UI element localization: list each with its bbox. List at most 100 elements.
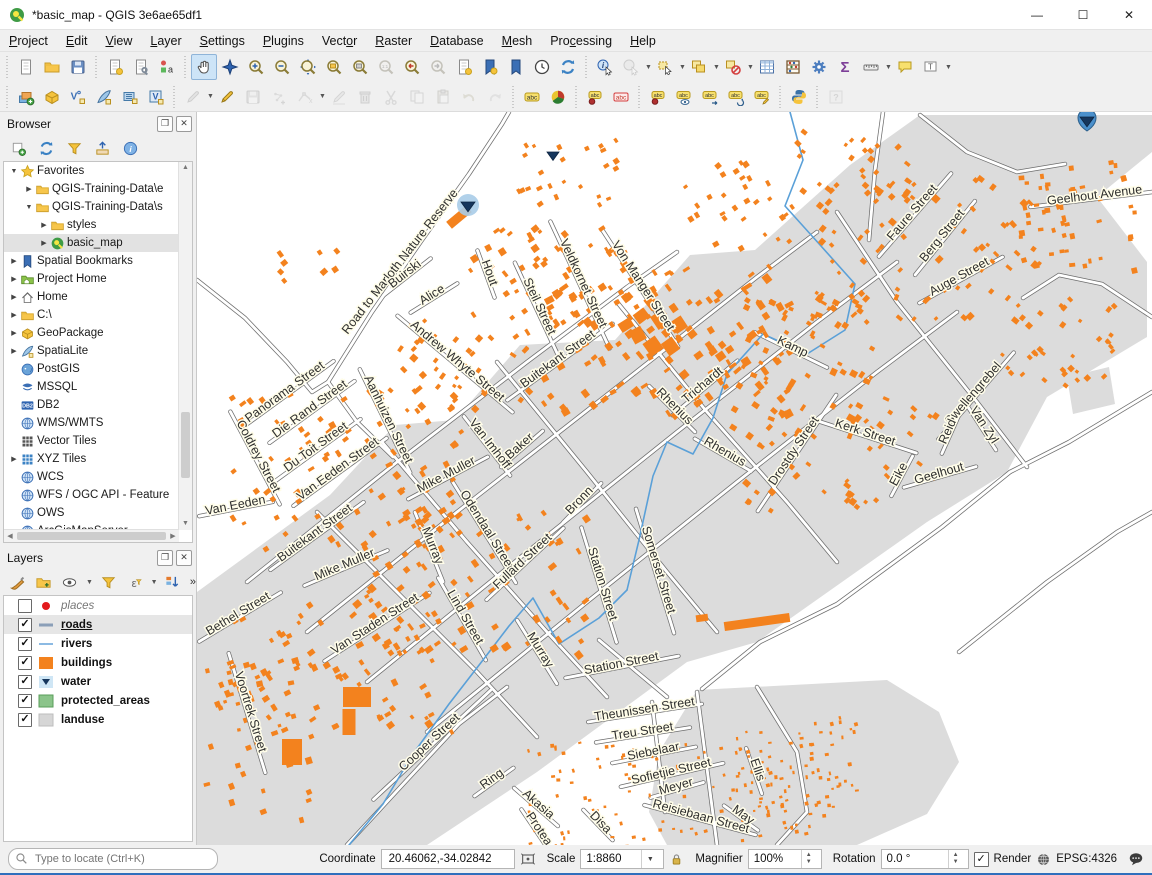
browser-item-db2[interactable]: DB2DB2 — [4, 396, 192, 414]
browser-item-styles[interactable]: ▶styles — [4, 216, 192, 234]
new-shapefile-layer-button[interactable]: V — [65, 84, 91, 110]
expand-icon[interactable]: ▶ — [8, 329, 20, 337]
menu-vector[interactable]: Vector — [313, 32, 366, 50]
show-hide-labels-button[interactable]: abc — [645, 84, 671, 110]
manage-map-themes-dropdown-icon[interactable]: ▼ — [86, 579, 93, 586]
select-features-by-value-dropdown-icon[interactable]: ▼ — [713, 64, 720, 71]
browser-item-qgis-training-data-e[interactable]: ▶QGIS-Training-Data\e — [4, 180, 192, 198]
collapse-icon[interactable]: ▼ — [8, 168, 20, 175]
select-features-dropdown-icon[interactable]: ▼ — [679, 64, 686, 71]
refresh-map-button[interactable] — [555, 54, 581, 80]
toolbar-grip[interactable] — [93, 56, 100, 78]
messages-icon[interactable] — [1128, 851, 1144, 867]
layers-float-icon[interactable]: ❐ — [157, 550, 173, 566]
temporal-controller-button[interactable] — [529, 54, 555, 80]
add-group-button[interactable] — [32, 570, 54, 594]
zoom-in-button[interactable] — [243, 54, 269, 80]
toolbar-grip[interactable] — [4, 86, 11, 108]
toggle-editing-button[interactable] — [214, 84, 240, 110]
layer-row-roads[interactable]: ✓roads — [4, 615, 192, 634]
rotate-label-button[interactable]: abc — [723, 84, 749, 110]
browser-item-c-[interactable]: ▶C:\ — [4, 306, 192, 324]
scale-caret-icon[interactable]: ▼ — [641, 850, 658, 868]
layer-row-protected_areas[interactable]: ✓protected_areas — [4, 691, 192, 710]
close-button[interactable]: ✕ — [1106, 0, 1152, 29]
layer-checkbox-rivers[interactable]: ✓ — [18, 637, 32, 651]
measure-line-button[interactable] — [858, 54, 884, 80]
layer-checkbox-places[interactable] — [18, 599, 32, 613]
filter-legend-by-expression-button[interactable]: ε — [123, 570, 145, 594]
browser-item-ows[interactable]: OWS — [4, 504, 192, 522]
expand-icon[interactable]: ▶ — [38, 239, 50, 247]
browser-item-vector-tiles[interactable]: Vector Tiles — [4, 432, 192, 450]
scale-lock-icon[interactable] — [669, 852, 684, 867]
browser-close-icon[interactable]: ✕ — [176, 116, 192, 132]
show-hidden-labels-button[interactable]: abc — [671, 84, 697, 110]
new-project-button[interactable] — [13, 54, 39, 80]
vertex-tool-dropdown-icon[interactable]: ▼ — [319, 93, 326, 100]
menu-layer[interactable]: Layer — [141, 32, 190, 50]
layer-row-places[interactable]: places — [4, 596, 192, 615]
new-print-layout-button[interactable] — [102, 54, 128, 80]
browser-hscrollbar[interactable]: ◀▶ — [4, 529, 179, 542]
select-features-by-value-button[interactable] — [686, 54, 712, 80]
open-project-button[interactable] — [39, 54, 65, 80]
pin-unpin-labels-button[interactable]: abc — [582, 84, 608, 110]
toolbar-grip[interactable] — [573, 86, 580, 108]
toolbar-grip[interactable] — [4, 56, 11, 78]
expand-icon[interactable]: ▶ — [8, 311, 20, 319]
extents-icon[interactable] — [520, 851, 536, 867]
expand-icon[interactable]: ▶ — [8, 455, 20, 463]
expand-icon[interactable]: ▶ — [8, 293, 20, 301]
expand-icon[interactable]: ▶ — [8, 275, 20, 283]
toolbar-grip[interactable] — [171, 86, 178, 108]
add-selected-layers-button[interactable] — [6, 136, 30, 160]
toolbar-grip[interactable] — [777, 86, 784, 108]
browser-float-icon[interactable]: ❐ — [157, 116, 173, 132]
open-attribute-table-button[interactable] — [754, 54, 780, 80]
current-edits-dropdown-icon[interactable]: ▼ — [207, 93, 214, 100]
style-manager-button[interactable]: a — [154, 54, 180, 80]
coordinate-box[interactable] — [381, 849, 515, 869]
layer-checkbox-landuse[interactable]: ✓ — [18, 713, 32, 727]
layer-labeling-options-button[interactable]: abc — [519, 84, 545, 110]
rotation-spin-icons[interactable]: ▲▼ — [948, 850, 963, 868]
browser-item-project-home[interactable]: ▶Project Home — [4, 270, 192, 288]
select-features-button[interactable] — [652, 54, 678, 80]
expand-icon[interactable]: ▶ — [8, 257, 20, 265]
identify-features-button[interactable]: i — [592, 54, 618, 80]
browser-item-spatial-bookmarks[interactable]: ▶Spatial Bookmarks — [4, 252, 192, 270]
filter-browser-button[interactable] — [62, 136, 86, 160]
menu-raster[interactable]: Raster — [366, 32, 421, 50]
menu-help[interactable]: Help — [621, 32, 665, 50]
map-tips-button[interactable] — [892, 54, 918, 80]
locate-search[interactable] — [8, 848, 218, 870]
layer-checkbox-water[interactable]: ✓ — [18, 675, 32, 689]
show-layout-manager-button[interactable] — [128, 54, 154, 80]
locate-input[interactable] — [33, 852, 187, 866]
menu-processing[interactable]: Processing — [541, 32, 621, 50]
zoom-full-extent-button[interactable] — [295, 54, 321, 80]
filter-legend-by-expression-dropdown-icon[interactable]: ▼ — [151, 579, 158, 586]
expand-icon[interactable]: ▶ — [8, 347, 20, 355]
collapse-icon[interactable]: ▼ — [23, 204, 35, 211]
zoom-to-layer-button[interactable] — [347, 54, 373, 80]
browser-item-qgis-training-data-s[interactable]: ▼QGIS-Training-Data\s — [4, 198, 192, 216]
browser-item-mssql[interactable]: MSSQL — [4, 378, 192, 396]
epsg-value[interactable]: EPSG:4326 — [1056, 853, 1117, 865]
menu-plugins[interactable]: Plugins — [254, 32, 313, 50]
layer-checkbox-buildings[interactable]: ✓ — [18, 656, 32, 670]
layer-row-rivers[interactable]: ✓rivers — [4, 634, 192, 653]
field-calculator-button[interactable] — [780, 54, 806, 80]
layer-checkbox-roads[interactable]: ✓ — [18, 618, 32, 632]
expand-collapse-layer-tree-button[interactable] — [162, 570, 184, 594]
menu-settings[interactable]: Settings — [191, 32, 254, 50]
run-feature-action-dropdown-icon[interactable]: ▼ — [645, 64, 652, 71]
manage-map-themes-button[interactable] — [59, 570, 81, 594]
filter-legend-button[interactable] — [97, 570, 119, 594]
deselect-features-button[interactable] — [720, 54, 746, 80]
toolbar-overflow-icon[interactable]: » — [190, 576, 196, 588]
deselect-features-dropdown-icon[interactable]: ▼ — [747, 64, 754, 71]
new-map-view-button[interactable] — [451, 54, 477, 80]
minimize-button[interactable]: — — [1014, 0, 1060, 29]
